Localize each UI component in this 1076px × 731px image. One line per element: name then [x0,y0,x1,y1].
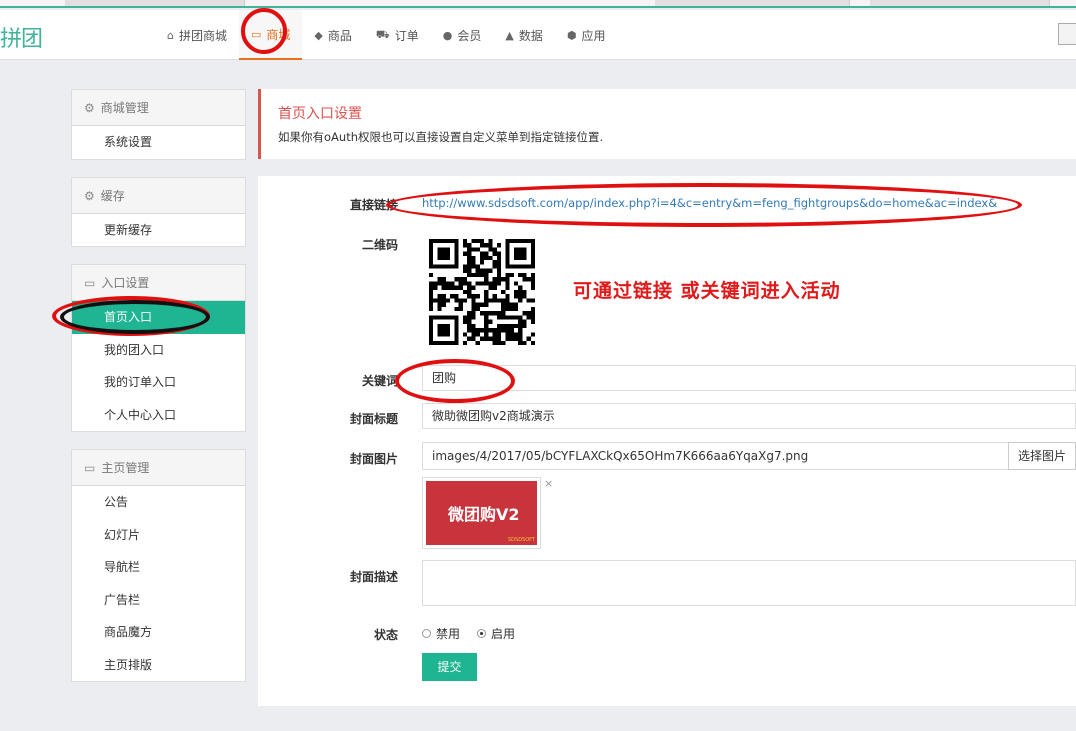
sidebar-group-entry-settings: ▭ 入口设置 首页入口 我的团入口 我的订单入口 个人中心入口 [71,264,246,432]
inbox-icon: ▭ [84,461,96,475]
sidebar-item-home-layout[interactable]: 主页排版 [72,649,245,682]
entry-settings-form: 直接链接 http://www.sdsdsoft.com/app/index.p… [258,176,1076,706]
status-enabled-radio[interactable] [477,629,487,638]
sidebar-item-update-cache[interactable]: 更新缓存 [72,214,245,247]
sidebar-item-ad-bar[interactable]: 广告栏 [72,584,245,617]
browser-tab-strip [0,0,1076,8]
sidebar-item-navbar[interactable]: 导航栏 [72,551,245,584]
cover-title-label: 封面标题 [349,412,398,426]
nav-item-pintuan-mall[interactable]: ⌂ 拼团商城 [155,10,239,60]
gift-icon: ◆ [314,28,323,42]
nav-item-mall[interactable]: ▭ 商城 [239,10,303,60]
cover-image-preview: 微团购V2 SDSDSOFT [422,477,541,549]
nav-item-goods[interactable]: ◆ 商品 [302,10,363,60]
sidebar-item-goods-cube[interactable]: 商品魔方 [72,616,245,649]
qrcode-image [429,239,535,345]
nav-item-members[interactable]: ● 会员 [431,10,494,60]
sidebar-group-title: ⚙ 商城管理 [72,90,245,126]
sidebar-item-profile-entry[interactable]: 个人中心入口 [72,399,245,432]
main-nav: ⌂ 拼团商城 ▭ 商城 ◆ 商品 ⛟ 订单 ● 会员 ▲ 数据 ⬢ 应用 [155,10,618,60]
nav-item-label: 商品 [327,28,352,43]
top-navbar: 拼团 ⌂ 拼团商城 ▭ 商城 ◆ 商品 ⛟ 订单 ● 会员 ▲ 数据 ⬢ 应用 [0,10,1076,60]
home-icon: ⌂ [167,28,174,42]
sidebar-item-home-entry[interactable]: 首页入口 [72,301,245,334]
sidebar-item-my-orders-entry[interactable]: 我的订单入口 [72,366,245,399]
select-image-button[interactable]: 选择图片 [1008,442,1076,470]
cover-image-label: 封面图片 [349,452,398,466]
sidebar-item-system-settings[interactable]: 系统设置 [72,126,245,159]
cover-thumbnail: 微团购V2 SDSDSOFT [426,481,537,545]
remove-image-icon[interactable]: × [544,477,553,490]
cart-icon: ⛟ [375,27,390,41]
nav-item-label: 商城 [266,27,291,42]
cover-title-input[interactable]: 微助微团购v2商城演示 [422,403,1076,429]
logo: 拼团 [0,27,43,52]
sidebar-group-title: ▭ 入口设置 [72,265,245,301]
status-disabled-radio[interactable] [422,629,431,638]
browser-tab[interactable] [65,0,245,6]
keyword-label: 关键词 [361,374,398,388]
status-radio-group: 禁用 启用 [422,625,515,642]
thumbnail-text: 微团购V2 [448,505,520,524]
submit-button[interactable]: 提交 [422,653,477,681]
link-label: 直接链接 [349,198,398,212]
cubes-icon: ⬢ [566,28,577,42]
header-qrcode-button[interactable] [1058,23,1076,45]
sidebar-group-title: ⚙ 缓存 [72,177,245,214]
nav-item-orders[interactable]: ⛟ 订单 [364,10,431,60]
page-title: 首页入口设置 [278,106,362,122]
page-header: 首页入口设置 如果你有oAuth权限也可以直接设置自定义菜单到指定链接位置. [258,89,1076,159]
browser-tab[interactable] [655,0,850,6]
chart-icon: ▲ [505,28,514,42]
annotation-text: 可通过链接 或关键词进入活动 [573,280,841,302]
inbox-icon: ▭ [84,276,96,290]
cover-desc-textarea[interactable] [422,560,1076,606]
nav-item-label: 会员 [457,28,482,43]
qrcode-label: 二维码 [361,238,398,252]
sidebar: ⚙ 商城管理 系统设置 ⚙ 缓存 更新缓存 ▭ 入口设置 首页入口 我的团入口 我的订… [71,89,246,699]
gear-icon: ⚙ [84,101,95,115]
sidebar-item-notice[interactable]: 公告 [72,486,245,519]
monitor-icon: ▭ [251,27,262,41]
sidebar-item-my-group-entry[interactable]: 我的团入口 [72,334,245,367]
status-option-label: 启用 [491,627,516,641]
nav-item-label: 数据 [518,28,543,43]
page-description: 如果你有oAuth权限也可以直接设置自定义菜单到指定链接位置. [278,130,604,144]
sidebar-group-cache: ⚙ 缓存 更新缓存 [71,176,246,247]
user-icon: ● [442,28,453,42]
status-label: 状态 [373,628,398,642]
nav-item-label: 拼团商城 [178,28,227,43]
sidebar-group-home-management: ▭ 主页管理 公告 幻灯片 导航栏 广告栏 商品魔方 主页排版 [71,449,246,682]
cover-image-input[interactable]: images/4/2017/05/bCYFLAXCkQx65OHm7K666aa… [422,442,1009,470]
nav-item-label: 应用 [581,28,606,43]
cover-desc-label: 封面描述 [349,570,398,584]
keyword-input[interactable]: 团购 [422,365,1076,391]
nav-item-apps[interactable]: ⬢ 应用 [555,10,618,60]
sidebar-group-mall-management: ⚙ 商城管理 系统设置 [71,89,246,160]
nav-item-data[interactable]: ▲ 数据 [493,10,554,60]
nav-item-label: 订单 [394,28,419,43]
sidebar-group-title: ▭ 主页管理 [72,450,245,486]
sidebar-item-slideshow[interactable]: 幻灯片 [72,519,245,552]
browser-tab[interactable] [870,0,1050,6]
direct-link[interactable]: http://www.sdsdsoft.com/app/index.php?i=… [422,196,997,210]
thumbnail-brand: SDSDSOFT [508,537,535,543]
gear-icon: ⚙ [84,188,95,203]
status-option-label: 禁用 [436,627,461,641]
